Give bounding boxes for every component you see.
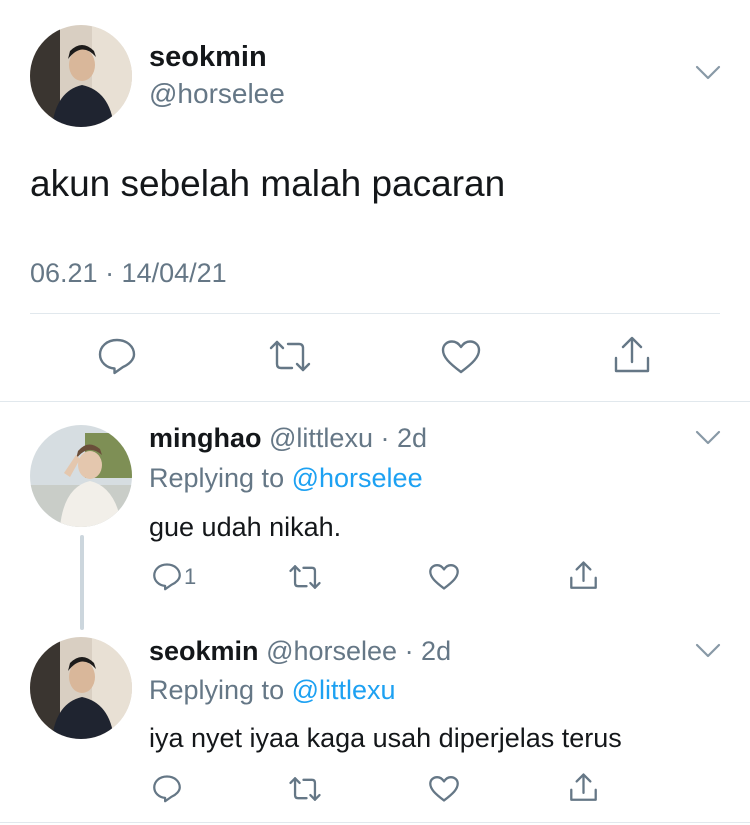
- share-icon[interactable]: [569, 560, 598, 591]
- reply-avatar[interactable]: [30, 637, 132, 739]
- author-display-name[interactable]: seokmin: [149, 41, 267, 74]
- tweet-timestamp[interactable]: 06.21 · 14/04/21: [30, 258, 227, 289]
- author-handle[interactable]: @horselee: [149, 78, 285, 110]
- like-icon[interactable]: [440, 339, 482, 375]
- reply-time[interactable]: · 2d: [380, 423, 427, 453]
- reply-handle[interactable]: @littlexu: [269, 423, 373, 453]
- retweet-icon[interactable]: [288, 776, 322, 802]
- reply-text: iya nyet iyaa kaga usah diperjelas terus: [149, 723, 622, 753]
- replying-to-label: Replying to: [149, 463, 285, 493]
- reply-icon[interactable]: [97, 337, 137, 375]
- replying-to-label: Replying to: [149, 675, 285, 705]
- reply-display-name[interactable]: seokmin: [149, 636, 259, 666]
- replying-to-line: Replying to @littlexu: [149, 675, 396, 706]
- retweet-icon[interactable]: [288, 564, 322, 590]
- reply-icon[interactable]: [152, 774, 182, 803]
- reply-action[interactable]: 1: [152, 562, 196, 591]
- like-icon[interactable]: [428, 563, 460, 591]
- tweet-text: akun sebelah malah pacaran: [30, 163, 506, 204]
- replying-to-line: Replying to @horselee: [149, 463, 423, 494]
- chevron-down-icon[interactable]: [695, 429, 721, 447]
- share-icon[interactable]: [569, 772, 598, 803]
- thread-connector: [80, 535, 84, 630]
- reply-icon[interactable]: [152, 562, 182, 591]
- reply-count: 1: [184, 563, 197, 589]
- reply-handle[interactable]: @horselee: [266, 636, 397, 666]
- chevron-down-icon[interactable]: [695, 642, 721, 660]
- replying-to-link[interactable]: @littlexu: [292, 675, 396, 705]
- reply-text: gue udah nikah.: [149, 512, 342, 542]
- reply-time[interactable]: · 2d: [405, 636, 452, 666]
- author-avatar[interactable]: [30, 25, 132, 127]
- divider: [0, 822, 750, 823]
- retweet-icon[interactable]: [268, 339, 312, 373]
- replying-to-link[interactable]: @horselee: [292, 463, 423, 493]
- reply-avatar[interactable]: [30, 425, 132, 527]
- divider: [0, 401, 750, 402]
- share-icon[interactable]: [613, 335, 651, 375]
- like-icon[interactable]: [428, 775, 460, 803]
- divider: [30, 313, 720, 314]
- chevron-down-icon[interactable]: [695, 64, 721, 82]
- reply-display-name[interactable]: minghao: [149, 423, 262, 453]
